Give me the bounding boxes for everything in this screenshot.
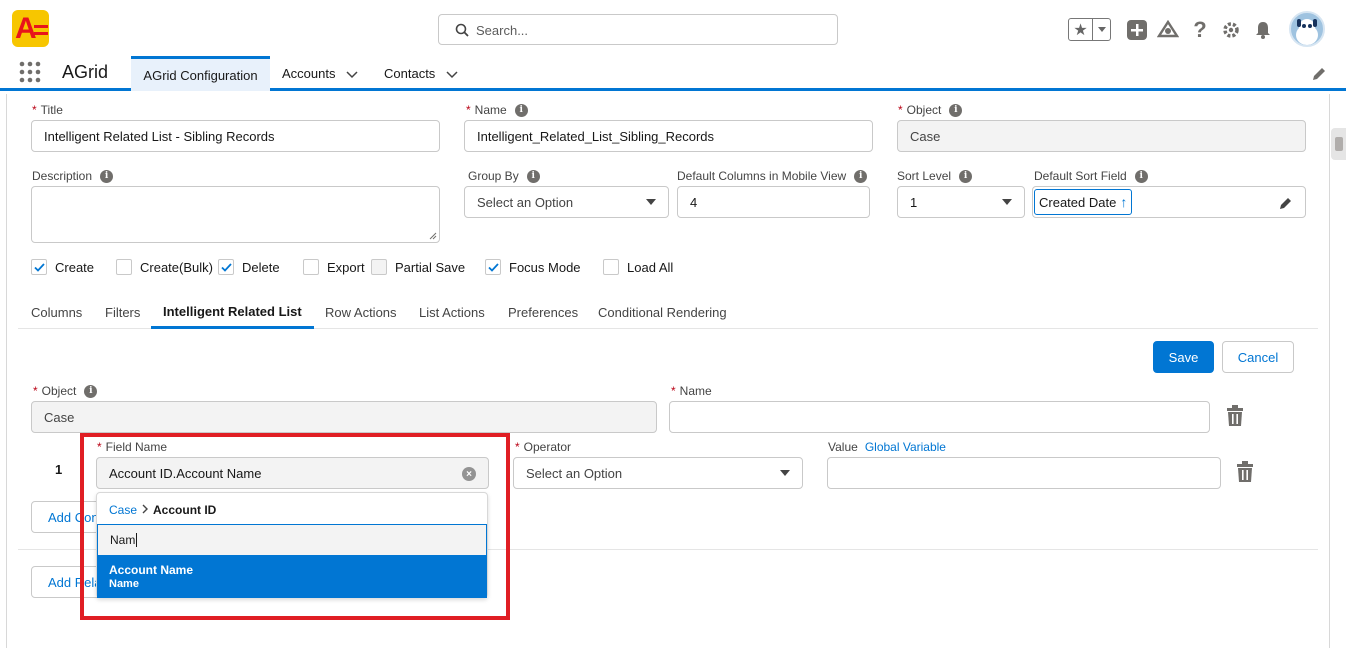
description-textarea[interactable] (31, 186, 440, 243)
info-icon[interactable]: i (526, 169, 540, 183)
highlight-annotation-box (80, 433, 510, 620)
resize-grip-icon[interactable] (429, 232, 437, 240)
checkmark-icon (33, 262, 45, 272)
caret-down-icon (646, 199, 656, 205)
app-launcher-icon[interactable] (19, 61, 41, 83)
tab-conditional-rendering[interactable]: Conditional Rendering (598, 296, 727, 329)
side-panel-toggle[interactable] (1331, 128, 1346, 160)
related-object-input: Case (31, 401, 657, 433)
object-label: * Object i (898, 103, 963, 117)
setup-gear-icon[interactable] (1219, 18, 1243, 42)
checkbox-delete[interactable]: Delete (218, 259, 280, 275)
operator-label: * Operator (515, 440, 572, 454)
related-object-label: * Object i (33, 384, 98, 398)
checkbox-box[interactable] (31, 259, 47, 275)
title-label: * Title (32, 103, 63, 117)
favorites-dropdown-icon[interactable] (1093, 19, 1110, 40)
cancel-button[interactable]: Cancel (1222, 341, 1294, 373)
global-header: A ★ ? (0, 0, 1346, 56)
info-icon[interactable]: i (1134, 169, 1148, 183)
info-icon[interactable]: i (949, 103, 963, 117)
mobile-columns-input[interactable]: 4 (677, 186, 870, 218)
help-icon[interactable]: ? (1188, 17, 1212, 42)
nav-tab-label: Contacts (384, 66, 436, 81)
sort-ascending-arrow-icon[interactable]: ↑ (1120, 194, 1127, 210)
nav-tab-agrid-configuration[interactable]: AGrid Configuration (131, 56, 270, 91)
info-icon[interactable]: i (959, 169, 973, 183)
default-sort-field-label: Default Sort Field i (1034, 169, 1148, 183)
mobile-columns-label: Default Columns in Mobile View i (677, 169, 868, 183)
notifications-bell-icon[interactable] (1251, 18, 1275, 42)
app-name: AGrid (62, 62, 109, 82)
chevron-down-icon[interactable] (445, 67, 459, 81)
global-actions-icon[interactable] (1125, 18, 1149, 42)
checkbox-box[interactable] (218, 259, 234, 275)
checkbox-box[interactable] (603, 259, 619, 275)
tab-intelligent-related-list[interactable]: Intelligent Related List (151, 296, 314, 329)
title-input[interactable]: Intelligent Related List - Sibling Recor… (31, 120, 440, 152)
checkbox-create-bulk[interactable]: Create(Bulk) (116, 259, 213, 275)
nav-tab-contacts[interactable]: Contacts (384, 56, 459, 91)
related-name-input[interactable] (669, 401, 1210, 433)
sort-field-pill[interactable]: Created Date ↑ (1034, 189, 1133, 215)
name-label: * Name i (466, 103, 528, 117)
tab-row-actions[interactable]: Row Actions (325, 296, 397, 329)
object-input: Case (897, 120, 1306, 152)
value-input[interactable] (827, 457, 1221, 489)
checkmark-icon (487, 262, 499, 272)
sort-level-select[interactable]: 1 (897, 186, 1025, 218)
operator-select[interactable]: Select an Option (513, 457, 803, 489)
tab-columns[interactable]: Columns (31, 296, 82, 329)
info-icon[interactable]: i (514, 103, 528, 117)
app-logo[interactable]: A (12, 10, 49, 47)
delete-trash-icon[interactable] (1225, 405, 1245, 427)
delete-condition-trash-icon[interactable] (1235, 461, 1255, 483)
checkbox-export[interactable]: Export (303, 259, 365, 275)
global-variable-link[interactable]: Global Variable (865, 440, 946, 454)
value-label: Value Global Variable (828, 440, 946, 454)
nav-tab-label: Accounts (282, 66, 336, 81)
search-input[interactable] (476, 20, 816, 40)
nav-tab-label: AGrid Configuration (143, 67, 258, 83)
tab-filters[interactable]: Filters (105, 296, 140, 329)
condition-row-number: 1 (55, 462, 63, 477)
tab-list-actions[interactable]: List Actions (419, 296, 485, 329)
related-name-label: * Name (671, 384, 712, 398)
checkbox-partial-save[interactable]: Partial Save (371, 259, 465, 275)
user-avatar[interactable] (1289, 11, 1325, 47)
save-button[interactable]: Save (1153, 341, 1214, 373)
edit-pencil-icon[interactable] (1279, 196, 1293, 210)
group-by-label: Group By i (468, 169, 540, 183)
info-icon[interactable]: i (854, 169, 868, 183)
caret-down-icon (1002, 199, 1012, 205)
chevron-down-icon[interactable] (345, 67, 359, 81)
name-input[interactable]: Intelligent_Related_List_Sibling_Records (464, 120, 873, 152)
checkbox-box[interactable] (371, 259, 387, 275)
checkbox-box[interactable] (485, 259, 501, 275)
description-label: Description i (32, 169, 114, 183)
checkbox-load-all[interactable]: Load All (603, 259, 673, 275)
info-icon[interactable]: i (100, 169, 114, 183)
nav-bar: AGrid AGrid Configuration Accounts Conta… (0, 56, 1346, 91)
edit-nav-pencil-icon[interactable] (1311, 66, 1327, 82)
trailhead-icon[interactable] (1156, 18, 1180, 42)
info-icon[interactable]: i (84, 384, 98, 398)
favorites-group[interactable]: ★ (1068, 18, 1111, 41)
group-by-select[interactable]: Select an Option (464, 186, 669, 218)
nav-tab-accounts[interactable]: Accounts (282, 56, 359, 91)
checkbox-box[interactable] (303, 259, 319, 275)
caret-down-icon (780, 470, 790, 476)
star-icon[interactable]: ★ (1069, 19, 1093, 40)
search-icon (455, 23, 469, 37)
tab-preferences[interactable]: Preferences (508, 296, 578, 329)
global-search[interactable] (438, 14, 838, 45)
sort-level-label: Sort Level i (897, 169, 973, 183)
checkmark-icon (220, 262, 232, 272)
checkbox-box[interactable] (116, 259, 132, 275)
checkbox-focus-mode[interactable]: Focus Mode (485, 259, 581, 275)
checkbox-create[interactable]: Create (31, 259, 94, 275)
config-tabs: Columns Filters Intelligent Related List… (18, 296, 1318, 329)
